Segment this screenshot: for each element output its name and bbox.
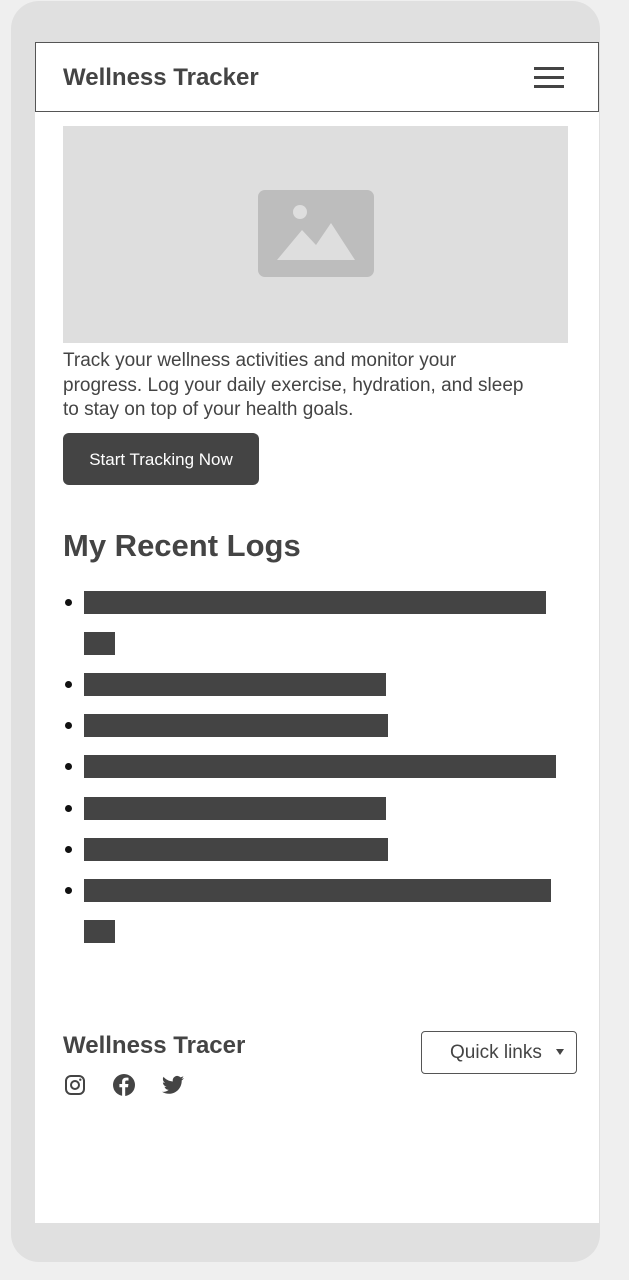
- list-bullet: [65, 763, 72, 770]
- twitter-icon[interactable]: [161, 1073, 185, 1097]
- quick-links-dropdown[interactable]: Quick links: [421, 1031, 577, 1074]
- footer-title: Wellness Tracer: [63, 1032, 246, 1059]
- app-header: Wellness Tracker: [35, 42, 599, 112]
- app-screen: Wellness Tracker Track your wellness act…: [35, 42, 599, 1223]
- log-item[interactable]: [63, 879, 593, 943]
- log-item-placeholder: [84, 714, 388, 737]
- facebook-icon[interactable]: [112, 1073, 136, 1097]
- list-bullet: [65, 599, 72, 606]
- quick-links-label: Quick links: [450, 1042, 542, 1063]
- intro-text: Track your wellness activities and monit…: [63, 350, 524, 420]
- device-frame: Wellness Tracker Track your wellness act…: [11, 1, 600, 1262]
- log-item-placeholder: [84, 755, 556, 778]
- hamburger-menu-icon[interactable]: [534, 67, 566, 91]
- app-title: Wellness Tracker: [63, 64, 259, 91]
- list-bullet: [65, 805, 72, 812]
- log-item[interactable]: [63, 838, 593, 862]
- list-bullet: [65, 722, 72, 729]
- image-placeholder-icon: [258, 190, 374, 277]
- recent-logs-title: My Recent Logs: [63, 528, 301, 563]
- list-bullet: [65, 887, 72, 894]
- log-item-placeholder: [84, 591, 546, 614]
- log-item[interactable]: [63, 591, 593, 655]
- start-tracking-button[interactable]: Start Tracking Now: [63, 433, 259, 485]
- instagram-icon[interactable]: [63, 1073, 87, 1097]
- log-item-placeholder-wrap: [84, 632, 115, 655]
- log-item-placeholder-wrap: [84, 920, 115, 943]
- log-item-placeholder: [84, 879, 551, 902]
- log-item-placeholder: [84, 797, 386, 820]
- log-item[interactable]: [63, 755, 593, 779]
- log-item-placeholder: [84, 838, 388, 861]
- chevron-down-icon: [556, 1049, 564, 1055]
- list-bullet: [65, 846, 72, 853]
- list-bullet: [65, 681, 72, 688]
- log-item-placeholder: [84, 673, 386, 696]
- log-item[interactable]: [63, 714, 593, 738]
- log-item[interactable]: [63, 673, 593, 697]
- log-item[interactable]: [63, 797, 593, 821]
- hero-image-placeholder: [63, 126, 568, 343]
